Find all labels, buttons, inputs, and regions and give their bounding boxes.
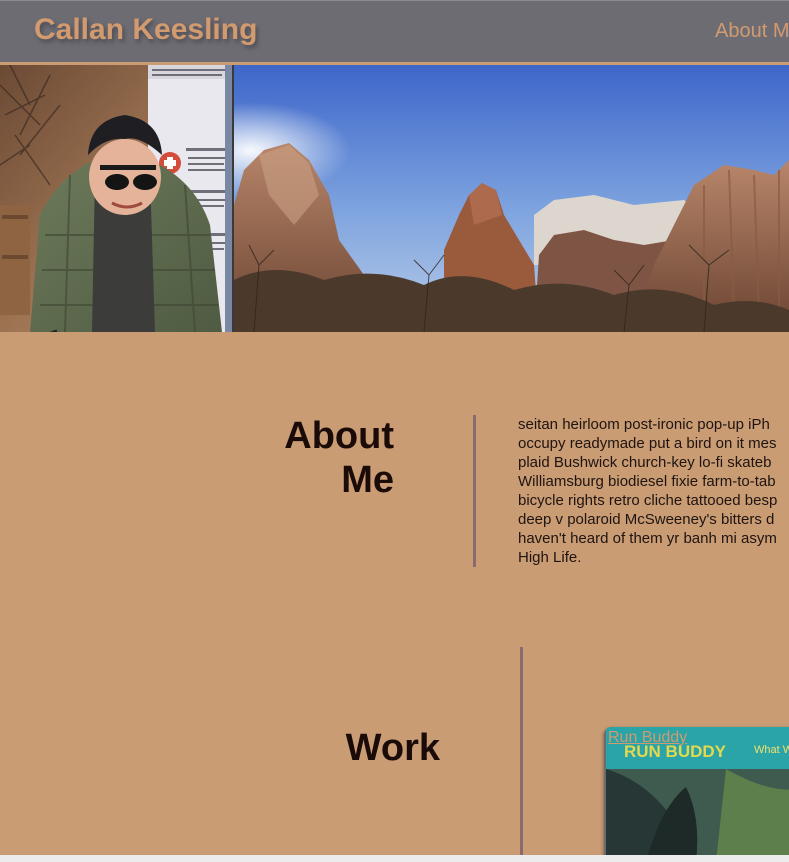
about-text: seitan heirloom post-ironic pop-up iPh o…: [518, 415, 789, 567]
about-text-line: Williamsburg biodiesel fixie farm-to-tab: [518, 473, 776, 490]
project-link-run-buddy[interactable]: Run Buddy: [608, 729, 687, 747]
project-banner-right: What W: [754, 744, 789, 756]
project-screenshot: RUN BUDDY What W: [606, 727, 789, 862]
landscape-photo: [234, 65, 789, 332]
work-section: Work RUN BUDDY What W Run Buddy: [0, 642, 789, 862]
portrait-photo: [0, 65, 232, 332]
site-title[interactable]: Callan Keesling: [34, 13, 257, 47]
about-text-line: bicycle rights retro cliche tattooed bes…: [518, 492, 778, 509]
about-section: About Me seitan heirloom post-ironic pop…: [0, 332, 789, 642]
about-text-line: High Life.: [518, 549, 582, 566]
page: Callan Keesling About M About Me seitan …: [0, 0, 789, 862]
nav-link-about-me[interactable]: About M: [715, 20, 789, 43]
about-text-line: seitan heirloom post-ironic pop-up iPh: [518, 416, 770, 433]
about-divider: [473, 415, 476, 567]
about-text-line: occupy readymade put a bird on it mes: [518, 435, 777, 452]
work-heading: Work: [345, 727, 440, 769]
about-text-line: plaid Bushwick church-key lo-fi skateb: [518, 454, 772, 471]
site-header: Callan Keesling About M: [0, 0, 789, 65]
about-heading: About Me: [240, 414, 394, 502]
hero-banner: [0, 65, 789, 332]
work-divider: [520, 647, 523, 862]
project-card-run-buddy[interactable]: RUN BUDDY What W Run Buddy: [604, 727, 789, 862]
about-text-line: haven't heard of them yr banh mi asym: [518, 530, 777, 547]
bottom-strip: [0, 855, 789, 862]
about-heading-line2: Me: [341, 459, 394, 501]
about-heading-line1: About: [284, 415, 394, 457]
about-text-line: deep v polaroid McSweeney's bitters d: [518, 511, 775, 528]
